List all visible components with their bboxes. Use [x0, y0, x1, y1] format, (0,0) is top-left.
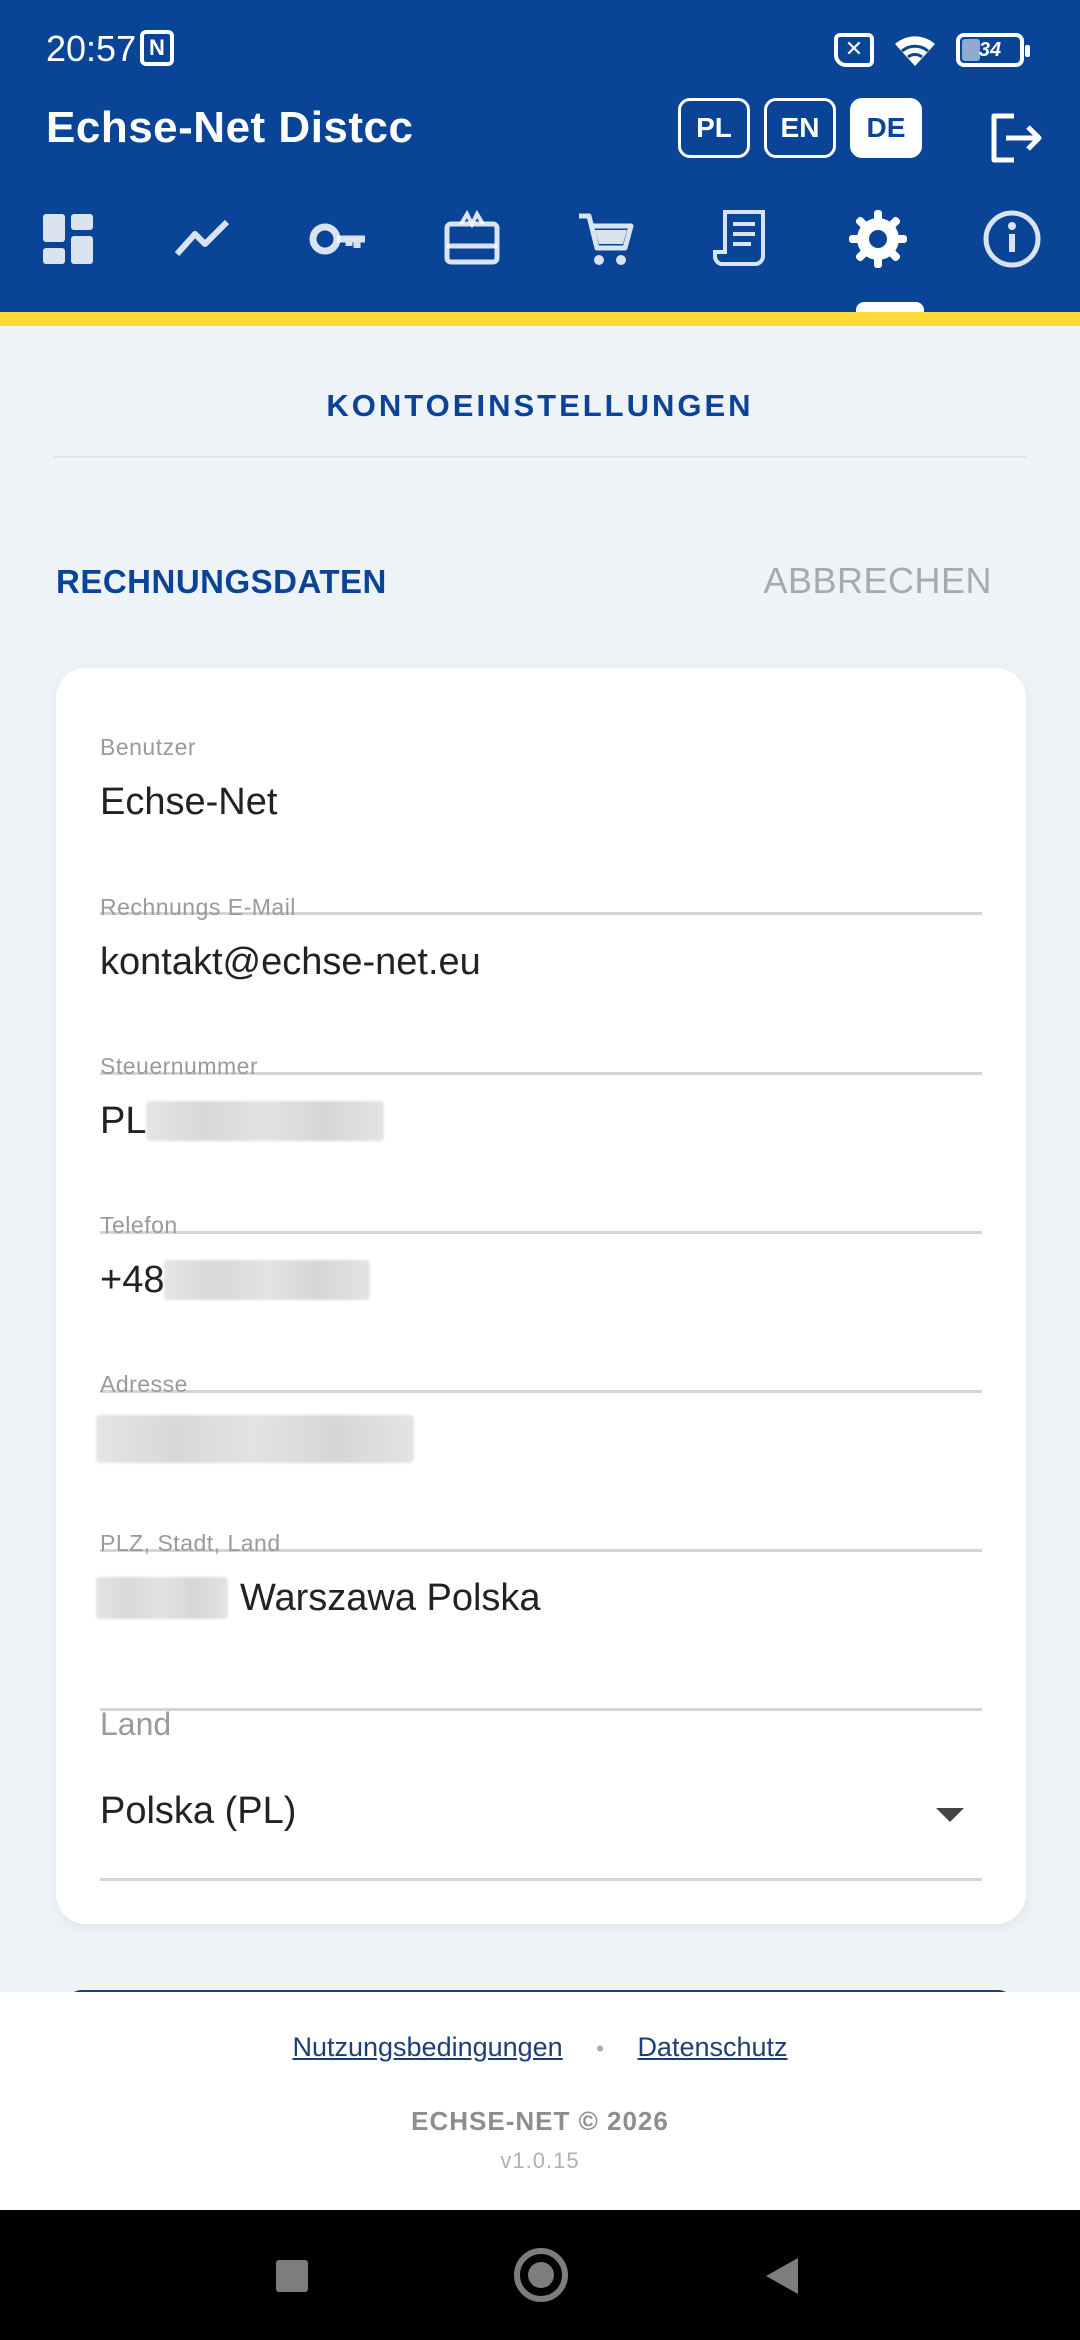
receipt-icon: [713, 210, 765, 266]
status-bar: 20:57 N ✕ 34: [0, 0, 1080, 100]
battery-level: 34: [978, 39, 1002, 61]
nav-invoices[interactable]: [692, 200, 792, 312]
cancel-button[interactable]: ABBRECHEN: [763, 560, 992, 602]
app-title: Echse-Net Distcc: [46, 103, 414, 152]
footer-links: Nutzungsbedingungen • Datenschutz: [0, 2032, 1080, 2063]
city-text: Warszawa Polska: [240, 1576, 541, 1619]
address-value: [96, 1415, 982, 1463]
gear-icon: [849, 210, 907, 268]
redacted-text: [96, 1577, 228, 1619]
lang-button-de[interactable]: DE: [850, 98, 922, 158]
nav-licenses[interactable]: [288, 200, 388, 312]
app-header: 20:57 N ✕ 34 Echse-Net Distcc PL EN DE: [0, 0, 1080, 312]
phone-label: Telefon: [100, 1212, 178, 1238]
city-field[interactable]: PLZ, Stadt, Land Warszawa Polska: [96, 1530, 982, 1711]
email-label: Rechnungs E-Mail: [100, 894, 296, 920]
copyright: ECHSE-NET © 2026: [411, 2106, 669, 2136]
phone-value: +48: [100, 1257, 982, 1303]
phone-field[interactable]: Telefon +48: [100, 1212, 982, 1393]
footer: Nutzungsbedingungen • Datenschutz ECHSE-…: [0, 1992, 1080, 2210]
nav-statistics[interactable]: [152, 200, 252, 312]
app-version: v1.0.15: [500, 2148, 580, 2173]
battery-icon: 34: [956, 33, 1030, 67]
recents-icon[interactable]: [276, 2260, 308, 2292]
tax-number-value: PL: [100, 1098, 982, 1144]
nav-dashboard[interactable]: [18, 200, 118, 312]
main-nav: [0, 200, 1080, 312]
redacted-text: [164, 1260, 371, 1300]
tax-number-prefix: PL: [100, 1099, 147, 1142]
info-icon: [983, 210, 1041, 268]
city-label: PLZ, Stadt, Land: [100, 1530, 281, 1556]
footer-separator: •: [596, 2035, 604, 2061]
no-sim-icon: ✕: [834, 33, 874, 67]
back-icon[interactable]: [766, 2258, 798, 2294]
lang-button-pl[interactable]: PL: [678, 98, 750, 158]
nav-info[interactable]: [962, 200, 1062, 312]
redacted-text: [146, 1101, 385, 1141]
address-label: Adresse: [100, 1371, 188, 1397]
chart-icon: [174, 219, 230, 257]
terms-link[interactable]: Nutzungsbedingungen: [292, 2032, 562, 2062]
system-navigation-bar: [0, 2210, 1080, 2340]
field-underline: [100, 1878, 982, 1881]
title-divider: [54, 456, 1026, 458]
gift-card-icon: [444, 209, 500, 265]
user-label: Benutzer: [100, 734, 197, 760]
nfc-icon: N: [140, 30, 174, 66]
nav-shop[interactable]: [556, 200, 656, 312]
dashboard-icon: [43, 214, 93, 264]
city-value: Warszawa Polska: [96, 1575, 982, 1621]
billing-form-card: Benutzer Echse-Net Rechnungs E-Mail kont…: [56, 668, 1026, 1924]
user-value: Echse-Net: [100, 780, 278, 823]
language-switcher: PL EN DE: [678, 98, 922, 158]
home-icon[interactable]: [514, 2248, 568, 2302]
accent-bar: [0, 312, 1080, 326]
page-title: KONTOEINSTELLUNGEN: [326, 388, 754, 423]
dropdown-arrow-icon[interactable]: [936, 1808, 964, 1822]
wifi-icon: [895, 36, 935, 66]
logout-icon[interactable]: [984, 108, 1044, 168]
tax-number-label: Steuernummer: [100, 1053, 259, 1079]
email-value: kontakt@echse-net.eu: [100, 940, 481, 983]
active-tab-indicator: [856, 302, 924, 312]
email-field[interactable]: Rechnungs E-Mail kontakt@echse-net.eu: [100, 894, 982, 1075]
status-time: 20:57: [46, 28, 137, 69]
tab-billing-data[interactable]: RECHNUNGSDATEN: [56, 563, 387, 601]
privacy-link[interactable]: Datenschutz: [637, 2032, 787, 2062]
country-label: Land: [100, 1706, 172, 1742]
tax-number-field[interactable]: Steuernummer PL: [100, 1053, 982, 1234]
cart-icon: [579, 213, 634, 265]
phone-prefix: +48: [100, 1258, 165, 1301]
nav-vouchers[interactable]: [422, 200, 522, 312]
key-icon: [309, 223, 365, 255]
user-field[interactable]: Benutzer Echse-Net: [100, 734, 982, 915]
country-select[interactable]: Polska (PL): [100, 1790, 296, 1833]
redacted-text: [96, 1415, 414, 1463]
lang-button-en[interactable]: EN: [764, 98, 836, 158]
field-underline: [100, 1708, 982, 1711]
address-field[interactable]: Adresse: [96, 1371, 982, 1552]
nav-settings[interactable]: [828, 200, 928, 312]
